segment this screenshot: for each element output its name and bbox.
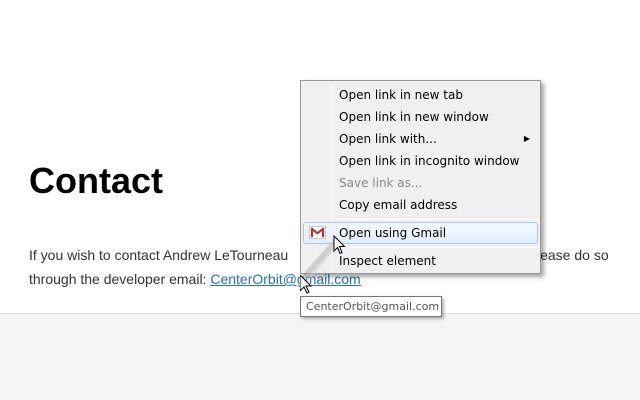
menu-item-label: Save link as... bbox=[339, 176, 423, 190]
page-title: Contact bbox=[29, 160, 163, 201]
menu-item-label: Open using Gmail bbox=[339, 226, 447, 240]
menu-item-save-link-as: Save link as... bbox=[303, 172, 538, 194]
menu-item-label: Inspect element bbox=[339, 254, 436, 268]
link-tooltip: CenterOrbit@gmail.com bbox=[300, 296, 442, 317]
menu-item-open-link-with[interactable]: Open link with... ▶ bbox=[303, 128, 538, 150]
submenu-arrow-icon: ▶ bbox=[523, 134, 530, 143]
menu-item-label: Open link with... bbox=[339, 132, 437, 146]
page-footer-area bbox=[0, 313, 640, 400]
paragraph-text-start: If you wish to contact Andrew LeTourneau bbox=[29, 247, 289, 263]
menu-item-label: Open link in new window bbox=[339, 110, 489, 124]
paragraph-text-end: lease do so bbox=[537, 247, 609, 263]
menu-item-label: Copy email address bbox=[339, 198, 458, 212]
menu-item-label: Open link in new tab bbox=[339, 88, 463, 102]
menu-separator bbox=[333, 219, 537, 220]
menu-item-open-new-tab[interactable]: Open link in new tab bbox=[303, 84, 538, 106]
menu-item-label: Open link in incognito window bbox=[339, 154, 520, 168]
menu-item-open-incognito[interactable]: Open link in incognito window bbox=[303, 150, 538, 172]
paragraph-email-prefix: through the developer email: bbox=[29, 271, 211, 287]
menu-item-open-new-window[interactable]: Open link in new window bbox=[303, 106, 538, 128]
menu-item-copy-email[interactable]: Copy email address bbox=[303, 194, 538, 216]
menu-separator bbox=[333, 247, 537, 248]
mouse-cursor-icon bbox=[333, 235, 346, 255]
